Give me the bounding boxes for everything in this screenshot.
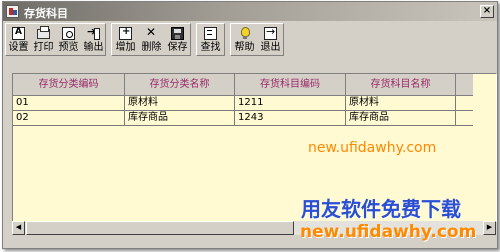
toolbar: 设置 打印 预览 输出 增加 删除 [5, 23, 495, 57]
delete-icon [145, 25, 158, 40]
add-icon [119, 26, 132, 40]
help-lightbulb-icon [238, 27, 251, 40]
toolbar-group-find: 查找 [196, 23, 225, 56]
cell-subject-name[interactable]: 库存商品 [346, 111, 456, 125]
watermark-brand: 用友软件免费下载 [301, 197, 461, 221]
column-header-subject-code[interactable]: 存货科目编码 [235, 74, 346, 95]
scroll-right-button[interactable]: ▶ [483, 221, 496, 235]
cell-category-name[interactable]: 原材料 [125, 96, 235, 110]
column-header-category-code[interactable]: 存货分类编码 [13, 74, 125, 95]
table-row[interactable]: 01 原材料 1211 原材料 [13, 96, 473, 111]
find-icon [204, 27, 217, 40]
cell-subject-code[interactable]: 1211 [235, 96, 346, 110]
export-label: 输出 [83, 42, 104, 53]
delete-label: 删除 [141, 42, 162, 53]
toolbar-group-output: 设置 打印 预览 输出 [5, 23, 106, 56]
title-bar[interactable]: 存货科目 × [3, 2, 497, 21]
add-label: 增加 [115, 42, 136, 53]
page-setup-icon [12, 27, 25, 40]
printer-icon [37, 26, 50, 39]
cell-category-code[interactable]: 02 [13, 111, 125, 125]
cell-category-name[interactable]: 库存商品 [125, 111, 235, 125]
toolbar-group-edit: 增加 删除 保存 [111, 23, 191, 56]
cell-subject-name[interactable]: 原材料 [346, 96, 456, 110]
exit-icon [264, 25, 277, 40]
add-button[interactable]: 增加 [114, 25, 137, 55]
scroll-left-button[interactable]: ◀ [12, 221, 25, 235]
exit-button[interactable]: 退出 [259, 25, 282, 55]
scroll-thumb[interactable] [26, 221, 294, 235]
help-label: 帮助 [234, 42, 255, 53]
preview-icon [62, 27, 75, 40]
window-title: 存货科目 [24, 7, 68, 20]
save-label: 保存 [167, 42, 188, 53]
export-icon [87, 25, 100, 40]
column-header-category-name[interactable]: 存货分类名称 [125, 74, 235, 95]
find-button[interactable]: 查找 [199, 25, 222, 55]
delete-button[interactable]: 删除 [140, 25, 163, 55]
toolbar-group-app: 帮助 退出 [230, 23, 284, 56]
table-row[interactable]: 02 库存商品 1243 库存商品 [13, 111, 473, 126]
close-button[interactable]: × [480, 5, 494, 18]
setup-button[interactable]: 设置 [7, 25, 30, 55]
watermark-url-top: new.ufidawhy.com [308, 140, 437, 156]
preview-button[interactable]: 预览 [57, 25, 80, 55]
save-button[interactable]: 保存 [166, 25, 189, 55]
print-button[interactable]: 打印 [32, 25, 55, 55]
exit-label: 退出 [260, 42, 281, 53]
column-header-subject-name[interactable]: 存货科目名称 [346, 74, 456, 95]
help-button[interactable]: 帮助 [233, 25, 256, 55]
app-icon [6, 5, 19, 18]
export-button[interactable]: 输出 [82, 25, 105, 55]
save-icon [171, 27, 184, 40]
cell-subject-code[interactable]: 1243 [235, 111, 346, 125]
grid-header: 存货分类编码 存货分类名称 存货科目编码 存货科目名称 [13, 74, 473, 96]
watermark-url-bottom: new.ufidawhy.com [300, 222, 477, 242]
column-header-overflow [456, 74, 473, 95]
cell-category-code[interactable]: 01 [13, 96, 125, 110]
find-label: 查找 [200, 42, 221, 53]
